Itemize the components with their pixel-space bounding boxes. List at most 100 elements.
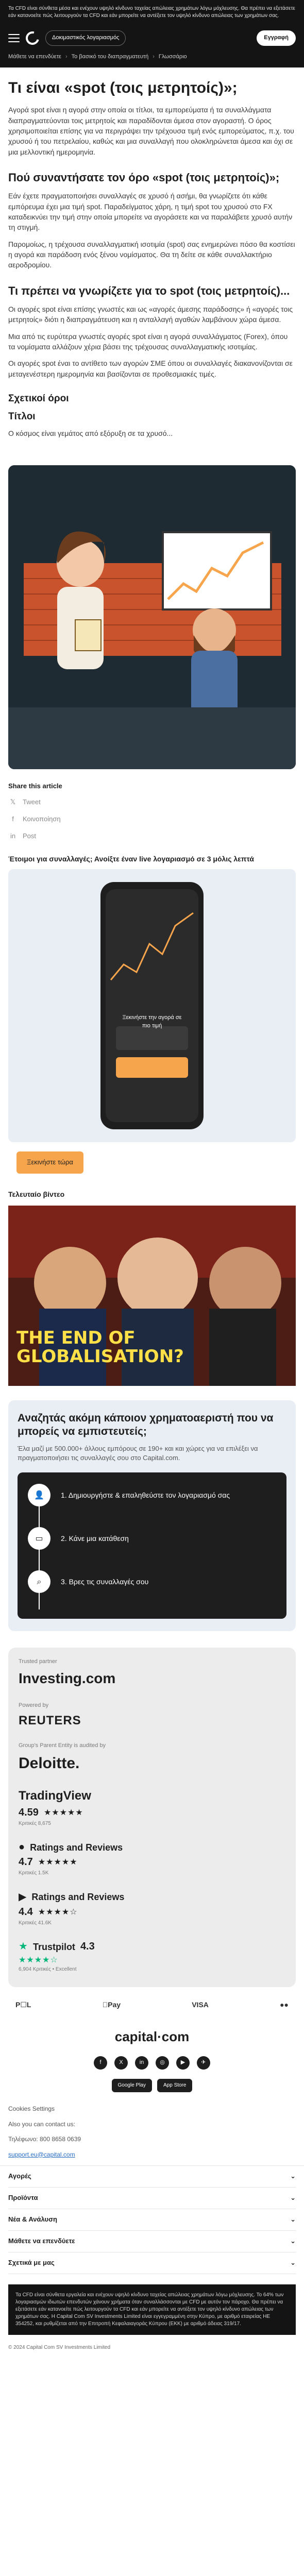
google-play-badge[interactable]: Google Play [111,2078,152,2093]
telegram-icon[interactable]: ✈ [197,2056,210,2070]
related-term-excerpt: Ο κόσμος είναι γεμάτος από εξόρυξη σε τα… [8,429,173,437]
audit-label: Group's Parent Entity is audited by [19,1742,106,1749]
chevron-down-icon: ⌄ [290,2259,296,2267]
breadcrumb-item[interactable]: Γλωσσάριο [159,53,187,61]
section-heading: Πού συναντήσατε τον όρο «spot (τοις μετρ… [8,171,280,184]
step-item: 👤 1. Δημιουργήστε & επαληθεύστε τον λογα… [28,1484,276,1507]
step-label: 3. Βρες τις συναλλαγές σου [61,1578,149,1586]
breadcrumb-item[interactable]: Το βασικό του διαπραγματευτή [72,53,149,61]
article-paragraph: Μια από τις ευρύτερα γνωστές αγορές spot… [8,332,288,351]
rating-value: 4.59 [19,1806,39,1818]
onboarding-steps: 👤 1. Δημιουργήστε & επαληθεύστε τον λογα… [18,1472,286,1619]
app-store-badges: Google Play App Store [0,2078,304,2093]
stars-icon: ★★★★★ [43,1808,83,1817]
demo-account-button[interactable]: Δοκιμαστικός λογαριασμός [45,30,126,46]
footer-accordion: Αγορές ⌄ Προϊόντα ⌄ Νέα & Ανάλυση ⌄ Μάθετε … [0,2165,304,2274]
share-twitter[interactable]: 𝕏 Tweet [8,798,296,807]
instagram-icon[interactable]: ◎ [156,2056,169,2070]
section-label: Προϊόντα [8,2194,38,2202]
video-headline-line-2: GLOBALISATION? [16,1346,184,1367]
review-count: 6,904 Κριτικές • Excellent [19,1967,77,1973]
share-title: Share this article [8,782,62,790]
contact-email[interactable]: support.eu@capital.com [8,2150,296,2159]
paypal-icon: P☐L [15,2000,31,2009]
latest-video-thumbnail[interactable]: THE END OF GLOBALISATION? [8,1206,296,1386]
payment-methods: P☐L Pay VISA ●● [0,1987,304,2022]
ratings-title: Ratings and Reviews [31,1892,125,1903]
partner-label: Trusted partner [19,1658,57,1665]
footer-logo[interactable]: capital·com [0,2027,304,2047]
trustpilot-rating[interactable]: ★ Trustpilot 4.3 ★★★★☆ 6,904 Κριτικές • Ex… [19,1939,285,1974]
visa-icon: VISA [190,2000,209,2009]
linkedin-icon[interactable]: in [135,2056,148,2070]
trustpilot-star-icon: ★ [19,1941,28,1953]
share-facebook[interactable]: f Κοινοποίηση [8,815,296,824]
reuters-powered: Powered by REUTERS [19,1702,285,1730]
footer-section-products[interactable]: Προϊόντα ⌄ [8,2188,296,2209]
google-play-rating[interactable]: ▶ Ratings and Reviews 4.4 ★★★★☆ Κριτικές 4… [19,1890,285,1927]
start-now-button[interactable]: Ξεκινήστε τώρα [16,1151,83,1174]
trustpilot-stars-icon: ★★★★☆ [19,1956,58,1965]
share-linkedin[interactable]: in Post [8,832,296,841]
stars-icon: ★★★★☆ [38,1907,78,1917]
chevron-right-icon: › [65,53,67,60]
site-header: Δοκιμαστικός λογαριασμός Εγγραφή [0,25,304,51]
step-label: 1. Δημιουργήστε & επαληθεύστε τον λογαρι… [61,1491,230,1500]
chevron-down-icon: ⌄ [290,2215,296,2224]
video-headline: THE END OF GLOBALISATION? [16,1329,184,1366]
breadcrumb-item[interactable]: Μάθετε να επενδύετε [8,53,61,61]
article-paragraph: Οι αγορές spot είναι επίσης γνωστές και … [8,305,293,324]
phone-mockup [100,882,204,1129]
twitter-icon[interactable]: X [114,2056,128,2070]
sign-up-button[interactable]: Εγγραφή [257,30,296,46]
page: Τα CFD είναι σύνθετα μέσα και ενέχουν υψ… [0,0,304,2362]
review-count: Κριτικές 41.6K [19,1920,52,1926]
article-paragraph: Οι αγορές spot έναι το αντίθετο των αγορ… [8,359,293,378]
footer-section-markets[interactable]: Αγορές ⌄ [8,2166,296,2188]
stars-icon: ★★★★★ [38,1858,78,1867]
section-label: Σχετικά με μας [8,2259,55,2267]
user-plus-icon: 👤 [28,1484,50,1507]
steps-connector [39,1506,40,1610]
deloitte-logo: Deloitte. [19,1755,80,1772]
investing-logo[interactable]: Investing.com [19,1668,285,1689]
apple-pay-icon: Pay [103,2000,121,2009]
menu-icon[interactable] [8,33,20,42]
capital-logo-icon[interactable] [23,29,42,47]
facebook-icon[interactable]: f [94,2056,107,2070]
traders-illustration [8,465,296,770]
linkedin-icon: in [10,832,16,840]
promo-title: Έτοιμοι για συναλλαγές; Ανοίξτε έναν liv… [8,854,254,863]
chevron-down-icon: ⌄ [290,2194,296,2202]
trustpilot-logo: Trustpilot [32,1941,75,1952]
review-count: Κριτικές 1.5K [19,1870,49,1876]
latest-video-title: Τελευταίο βίντεο [8,1190,65,1198]
youtube-icon[interactable]: ▶ [176,2056,190,2070]
copyright: © 2024 Capital Com SV Investments Limite… [8,2344,111,2350]
tradingview-logo: TradingView [19,1788,91,1803]
related-terms-heading: Σχετικοί όροι [8,393,69,404]
footer-risk-warning: Τα CFD είναι σύνθετα εργαλεία και ενέχου… [8,2284,296,2335]
facebook-icon: f [12,815,14,823]
share-label: Κοινοποίηση [23,815,61,823]
chevron-down-icon: ⌄ [290,2237,296,2245]
article: Τι είναι «spot (τοις μετρητοίς)»; Αγορά … [0,67,304,450]
search-icon: ⌕ [28,1570,50,1594]
mastercard-icon: ●● [280,2000,289,2009]
cookies-settings-link[interactable]: Cookies Settings [8,2105,296,2113]
rating-value: 4.4 [19,1906,33,1918]
related-term-link[interactable]: Τίτλοι [8,410,296,424]
footer-section-news[interactable]: Νέα & Ανάλυση ⌄ [8,2209,296,2231]
deloitte-audit: Group's Parent Entity is audited by Delo… [19,1742,285,1774]
reuters-logo: REUTERS [19,1713,81,1727]
phone-caption: Ξεκινήστε την αγορά σε πιο τιμή [122,1014,182,1029]
article-intro: Αγορά spot είναι η αγορά στην οποία οι τ… [8,106,294,156]
footer-section-learn[interactable]: Μάθετε να επενδύετε ⌄ [8,2231,296,2252]
apple-rating[interactable]: ● Ratings and Reviews 4.7 ★★★★★ Κριτικές 1… [19,1840,285,1877]
contact-phone[interactable]: Τηλέφωνο: 800 8658 0639 [8,2135,296,2144]
footer-section-about[interactable]: Σχετικά με μας ⌄ [8,2252,296,2274]
step-label: 2. Κάνε μια κατάθεση [61,1534,129,1543]
tradingview-rating[interactable]: TradingView 4.59 ★★★★★ Κριτικές 8,675 [19,1787,285,1827]
app-store-badge[interactable]: App Store [157,2078,193,2093]
footer-contact: Cookies Settings Also you can contact us… [0,2105,304,2159]
